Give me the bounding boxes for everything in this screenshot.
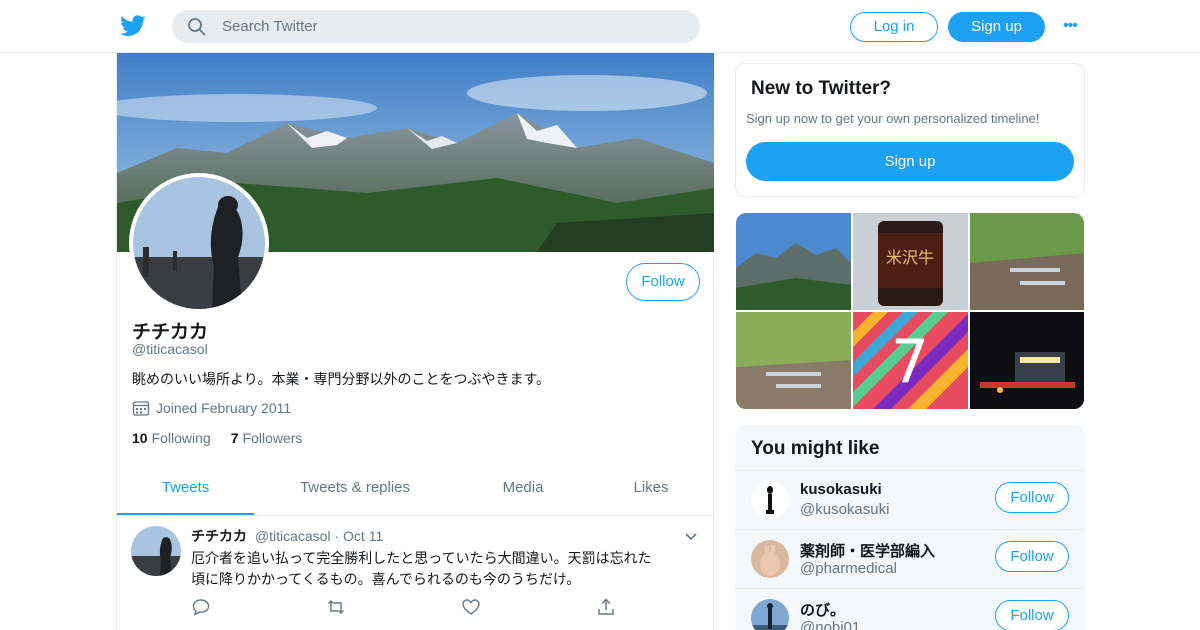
media-thumbnail[interactable] [970, 312, 1084, 409]
you-might-like-card: You might like kusokasuki @kusokasuki Fo… [735, 425, 1085, 630]
search-box[interactable] [172, 10, 700, 43]
profile-joined: Joined February 2011 [132, 399, 291, 417]
media-thumbnail[interactable]: 米沢牛 [853, 213, 968, 310]
twitter-logo-icon[interactable] [120, 14, 146, 38]
tweet-text: 厄介者を追い払って完全勝利したと思っていたら大間違い。天罰は忘れた 頃に降りかか… [191, 548, 691, 590]
tweet-actions [191, 597, 651, 617]
profile-name: チチカカ [132, 322, 209, 343]
media-thumbnail[interactable] [736, 312, 851, 409]
suggested-user[interactable]: kusokasuki @kusokasuki Follow [735, 470, 1085, 529]
follow-button[interactable]: Follow [995, 482, 1069, 513]
tweet-separator: · [334, 528, 340, 544]
svg-text:米沢牛: 米沢牛 [886, 248, 934, 267]
new-to-twitter-card: New to Twitter? Sign up now to get your … [735, 63, 1085, 197]
chevron-down-icon[interactable] [683, 529, 699, 545]
signup-card-button[interactable]: Sign up [746, 142, 1074, 181]
suggested-user-avatar[interactable] [751, 599, 789, 630]
follow-button[interactable]: Follow [626, 263, 700, 301]
media-thumbnail[interactable] [736, 213, 851, 310]
signup-button[interactable]: Sign up [948, 12, 1045, 42]
joined-date: Joined February 2011 [156, 400, 292, 416]
suggested-user-name[interactable]: 薬剤師・医学部編入 [800, 540, 935, 561]
media-thumbnail[interactable]: 7 [853, 312, 968, 409]
suggested-user[interactable]: 薬剤師・医学部編入 @pharmedical Follow [735, 529, 1085, 588]
you-might-like-title: You might like [751, 438, 880, 459]
tweet[interactable]: チチカカ @titicacasol · Oct 11 厄介者を追い払って完全勝利… [117, 516, 714, 630]
profile-bio: 眺めのいい場所より。本業・専門分野以外のことをつぶやきます。 [132, 371, 551, 387]
login-button[interactable]: Log in [850, 12, 938, 42]
tweet-author-name[interactable]: チチカカ [191, 528, 247, 544]
profile-handle: @titicacasol [132, 341, 208, 357]
new-to-twitter-title: New to Twitter? [751, 78, 892, 99]
tweet-header: チチカカ @titicacasol · Oct 11 [191, 526, 383, 546]
tab-tweets-replies[interactable]: Tweets & replies [279, 466, 431, 516]
suggested-user-handle: @kusokasuki [800, 501, 890, 518]
more-options-icon[interactable]: ••• [1063, 16, 1087, 36]
profile-stats: 10 Following 7 Followers [132, 430, 302, 446]
following-label: Following [151, 430, 211, 446]
profile-tabs: Tweets Tweets & replies Media Likes [117, 466, 714, 516]
follow-button[interactable]: Follow [995, 600, 1069, 630]
retweet-icon[interactable] [326, 597, 346, 617]
svg-text:7: 7 [891, 327, 929, 397]
suggested-user-name[interactable]: のび。 [800, 599, 845, 620]
media-thumbnail[interactable] [970, 213, 1084, 310]
new-to-twitter-subtitle: Sign up now to get your own personalized… [746, 111, 1040, 126]
tab-likes[interactable]: Likes [617, 466, 685, 516]
tweet-author-handle: @titicacasol [254, 528, 331, 544]
tweet-text-line: 厄介者を追い払って完全勝利したと思っていたら大間違い。天罰は忘れた [191, 550, 652, 566]
tweet-text-line: 頃に降りかかってくるもの。喜んでられるのも今のうちだけ。 [191, 571, 581, 587]
follow-button[interactable]: Follow [995, 541, 1069, 572]
following-count: 10 [132, 430, 148, 446]
tweet-date[interactable]: Oct 11 [343, 528, 383, 544]
calendar-icon [132, 401, 150, 416]
tweet-avatar[interactable] [131, 526, 181, 576]
followers-link[interactable]: 7 Followers [231, 430, 303, 446]
search-icon [188, 18, 206, 36]
search-input[interactable] [222, 10, 682, 43]
top-nav: Log in Sign up ••• [0, 0, 1200, 53]
share-icon[interactable] [596, 597, 616, 617]
suggested-user-avatar[interactable] [751, 481, 789, 519]
suggested-user[interactable]: のび。 @nobi01 Follow [735, 588, 1085, 630]
profile-avatar[interactable] [129, 173, 269, 313]
suggested-user-name[interactable]: kusokasuki [800, 481, 882, 498]
suggested-user-handle: @pharmedical [800, 560, 897, 577]
reply-icon[interactable] [191, 597, 211, 617]
followers-label: Followers [242, 430, 303, 446]
following-link[interactable]: 10 Following [132, 430, 211, 446]
profile-column: Follow チチカカ @titicacasol 眺めのいい場所より。本業・専門… [116, 53, 714, 630]
like-icon[interactable] [461, 597, 481, 617]
suggested-user-avatar[interactable] [751, 540, 789, 578]
media-grid: 米沢牛 7 [736, 213, 1084, 409]
tab-tweets[interactable]: Tweets [117, 466, 254, 515]
tab-media[interactable]: Media [481, 466, 565, 516]
suggested-user-handle: @nobi01 [800, 619, 861, 630]
followers-count: 7 [230, 430, 239, 446]
